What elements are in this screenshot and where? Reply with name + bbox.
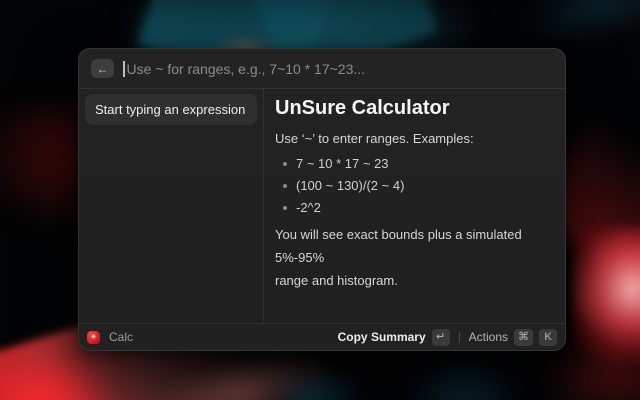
example-item: (100 ~ 130)/(2 ~ 4) (283, 178, 553, 193)
bullet-icon (283, 162, 287, 166)
search-placeholder: Use ~ for ranges, e.g., 7~10 * 17~23... (127, 61, 366, 77)
action-bar: ✳ Calc Copy Summary ↵ Actions ⌘ K (79, 323, 565, 350)
wallpaper-teal-glow (405, 355, 525, 400)
search-header: ← Use ~ for ranges, e.g., 7~10 * 17~23..… (79, 49, 565, 89)
examples-list: 7 ~ 10 * 17 ~ 23 (100 ~ 130)/(2 ~ 4) -2^… (275, 156, 553, 215)
actions-button[interactable]: Actions ⌘ K (469, 329, 557, 346)
wallpaper-teal-glow (270, 368, 365, 400)
footer-divider (459, 332, 460, 343)
launcher-window: ← Use ~ for ranges, e.g., 7~10 * 17~23..… (78, 48, 566, 351)
example-text: (100 ~ 130)/(2 ~ 4) (296, 178, 404, 193)
bullet-icon (283, 184, 287, 188)
text-caret (123, 61, 125, 77)
sidebar-item-start-typing[interactable]: Start typing an expression (85, 94, 257, 125)
back-arrow-icon: ← (97, 63, 109, 75)
content-area: Start typing an expression UnSure Calcul… (79, 89, 565, 323)
results-sidebar: Start typing an expression (79, 89, 264, 323)
search-input[interactable]: Use ~ for ranges, e.g., 7~10 * 17~23... (123, 61, 553, 77)
detail-panel: UnSure Calculator Use ‘~’ to enter range… (264, 89, 565, 323)
intro-text: Use ‘~’ to enter ranges. Examples: (275, 131, 553, 146)
outro-line: range and histogram. (275, 270, 553, 293)
wallpaper-red-glow (572, 228, 640, 363)
example-item: 7 ~ 10 * 17 ~ 23 (283, 156, 553, 171)
command-key-icon: ⌘ (514, 329, 533, 346)
calc-app-icon: ✳ (87, 331, 100, 344)
outro-text: You will see exact bounds plus a simulat… (275, 224, 553, 292)
example-text: 7 ~ 10 * 17 ~ 23 (296, 156, 389, 171)
copy-summary-label: Copy Summary (338, 330, 426, 344)
outro-line: You will see exact bounds plus a simulat… (275, 224, 553, 270)
back-button[interactable]: ← (91, 59, 114, 78)
return-key-icon: ↵ (432, 329, 450, 346)
k-key-icon: K (539, 329, 557, 346)
example-text: -2^2 (296, 200, 321, 215)
actions-label: Actions (469, 330, 508, 344)
calc-icon-glyph: ✳ (91, 334, 97, 341)
wallpaper-red-glow (0, 350, 115, 400)
copy-summary-button[interactable]: Copy Summary ↵ (338, 329, 450, 346)
bullet-icon (283, 206, 287, 210)
app-name-label: Calc (109, 330, 133, 344)
page-title: UnSure Calculator (275, 97, 553, 120)
example-item: -2^2 (283, 200, 553, 215)
action-bar-right: Copy Summary ↵ Actions ⌘ K (338, 329, 557, 346)
desktop: ← Use ~ for ranges, e.g., 7~10 * 17~23..… (0, 0, 640, 400)
